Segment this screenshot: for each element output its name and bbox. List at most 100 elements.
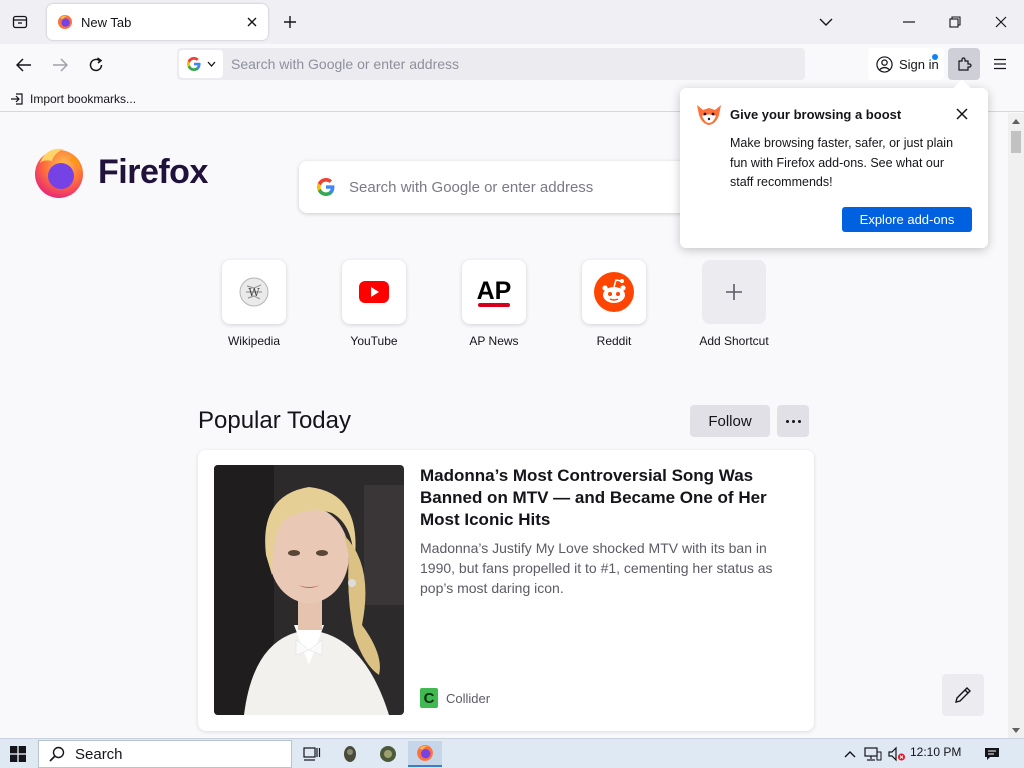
- app-icon: [380, 746, 396, 762]
- add-shortcut-tile[interactable]: [702, 260, 766, 324]
- tab-close-button[interactable]: [240, 10, 264, 34]
- shortcut-label: AP News: [469, 334, 519, 348]
- shortcut-youtube[interactable]: YouTube: [342, 260, 406, 348]
- firefox-view-button[interactable]: [8, 10, 32, 34]
- windows-taskbar: Search 12:10 PM: [0, 738, 1024, 768]
- shortcut-tile[interactable]: [342, 260, 406, 324]
- taskbar-firefox[interactable]: [408, 741, 442, 767]
- back-button[interactable]: [9, 50, 39, 80]
- close-icon: [247, 17, 257, 27]
- shortcut-label: Wikipedia: [227, 334, 281, 348]
- scroll-thumb[interactable]: [1011, 131, 1021, 153]
- address-bar: [177, 48, 805, 80]
- explore-addons-button[interactable]: Explore add-ons: [842, 207, 972, 232]
- sign-in-button[interactable]: Sign in: [868, 48, 944, 80]
- wikipedia-icon: W: [239, 277, 269, 307]
- taskbar-search-box[interactable]: Search: [38, 740, 292, 768]
- app-menu-button[interactable]: [986, 50, 1014, 78]
- taskbar-app-1[interactable]: [333, 741, 367, 767]
- google-icon: [186, 57, 201, 71]
- close-icon: [995, 16, 1007, 28]
- shortcut-tile[interactable]: AP: [462, 260, 526, 324]
- svg-text:AP: AP: [477, 277, 512, 305]
- ap-news-icon: AP: [477, 277, 512, 307]
- taskbar-clock[interactable]: 12:10 PM: [910, 745, 961, 759]
- fox-icon: [697, 105, 721, 125]
- notifications-button[interactable]: [978, 739, 1006, 768]
- minimize-button[interactable]: [887, 6, 931, 38]
- app-icon: [344, 746, 356, 762]
- reload-button[interactable]: [81, 50, 111, 80]
- google-icon: [317, 178, 335, 196]
- import-bookmarks-button[interactable]: Import bookmarks...: [10, 90, 136, 108]
- arrow-right-icon: [53, 58, 68, 72]
- customize-button[interactable]: [942, 674, 984, 716]
- import-bookmarks-label: Import bookmarks...: [30, 92, 137, 106]
- shortcut-tile[interactable]: [582, 260, 646, 324]
- list-all-tabs-button[interactable]: [814, 10, 838, 34]
- shortcut-add[interactable]: Add Shortcut: [699, 260, 769, 348]
- import-icon: [11, 93, 23, 105]
- popup-title: Give your browsing a boost: [730, 107, 902, 122]
- shortcut-ap-news[interactable]: AP AP News: [462, 260, 526, 348]
- story-excerpt: Madonna’s Justify My Love shocked MTV wi…: [420, 540, 773, 596]
- popup-close-button[interactable]: [950, 102, 974, 126]
- shortcut-reddit[interactable]: Reddit: [582, 260, 646, 348]
- taskbar-app-2[interactable]: [371, 741, 405, 767]
- firefox-view-icon: [12, 15, 28, 29]
- reload-icon: [89, 57, 103, 72]
- scroll-down-button[interactable]: [1008, 722, 1024, 738]
- windows-logo-icon: [10, 746, 26, 762]
- shortcut-label: Add Shortcut: [699, 334, 769, 348]
- section-title: Popular Today: [198, 407, 351, 434]
- shortcut-tile[interactable]: W: [222, 260, 286, 324]
- chevron-up-icon: [1012, 118, 1020, 124]
- close-icon: [956, 108, 968, 120]
- popup-body: Make browsing faster, safer, or just pla…: [730, 136, 954, 189]
- firefox-wordmark: Firefox: [98, 152, 208, 191]
- minimize-icon: [903, 21, 915, 23]
- shortcut-wikipedia[interactable]: W Wikipedia: [222, 260, 286, 348]
- taskbar-search-label: Search: [75, 745, 123, 763]
- start-button[interactable]: [0, 739, 36, 768]
- more-dots-icon: [785, 419, 789, 423]
- pencil-icon: [955, 687, 971, 703]
- notification-icon: [985, 748, 999, 760]
- close-window-button[interactable]: [979, 6, 1023, 38]
- plus-icon: [726, 284, 742, 300]
- search-engine-button[interactable]: [179, 50, 223, 78]
- top-sites: W Wikipedia YouTube AP AP News Reddit Ad…: [222, 260, 769, 348]
- firefox-logo-icon: [35, 148, 83, 198]
- youtube-icon: [359, 281, 389, 303]
- restore-button[interactable]: [933, 6, 977, 38]
- chevron-down-icon: [207, 61, 215, 67]
- forward-button[interactable]: [45, 50, 75, 80]
- section-more-button[interactable]: [777, 405, 809, 437]
- volume-tray-button[interactable]: [886, 739, 908, 768]
- notification-dot: [932, 54, 938, 60]
- collider-icon: C: [420, 688, 438, 708]
- story-image: [214, 465, 404, 715]
- scroll-up-button[interactable]: [1008, 113, 1024, 129]
- restore-icon: [949, 16, 961, 28]
- url-input[interactable]: [223, 50, 805, 78]
- tab-strip: New Tab: [0, 0, 1024, 44]
- arrow-left-icon: [16, 58, 31, 72]
- tab-new-tab[interactable]: New Tab: [47, 4, 268, 40]
- new-tab-button[interactable]: [278, 10, 302, 34]
- puzzle-icon: [958, 57, 972, 71]
- extensions-button[interactable]: [948, 48, 980, 80]
- chevron-down-icon: [1012, 727, 1020, 733]
- page-scrollbar[interactable]: [1008, 113, 1024, 738]
- network-tray-button[interactable]: [862, 739, 884, 768]
- task-view-button[interactable]: [295, 741, 329, 767]
- show-hidden-icons-button[interactable]: [840, 739, 860, 768]
- shortcut-label: YouTube: [350, 334, 398, 348]
- reddit-icon: [594, 272, 634, 312]
- network-icon: [864, 747, 882, 761]
- portrait-image-icon: [214, 465, 404, 715]
- follow-button[interactable]: Follow: [690, 405, 770, 437]
- story-card[interactable]: Madonna’s Most Controversial Song Was Ba…: [198, 450, 814, 731]
- story-headline[interactable]: Madonna’s Most Controversial Song Was Ba…: [420, 465, 804, 531]
- volume-muted-icon: [888, 746, 905, 762]
